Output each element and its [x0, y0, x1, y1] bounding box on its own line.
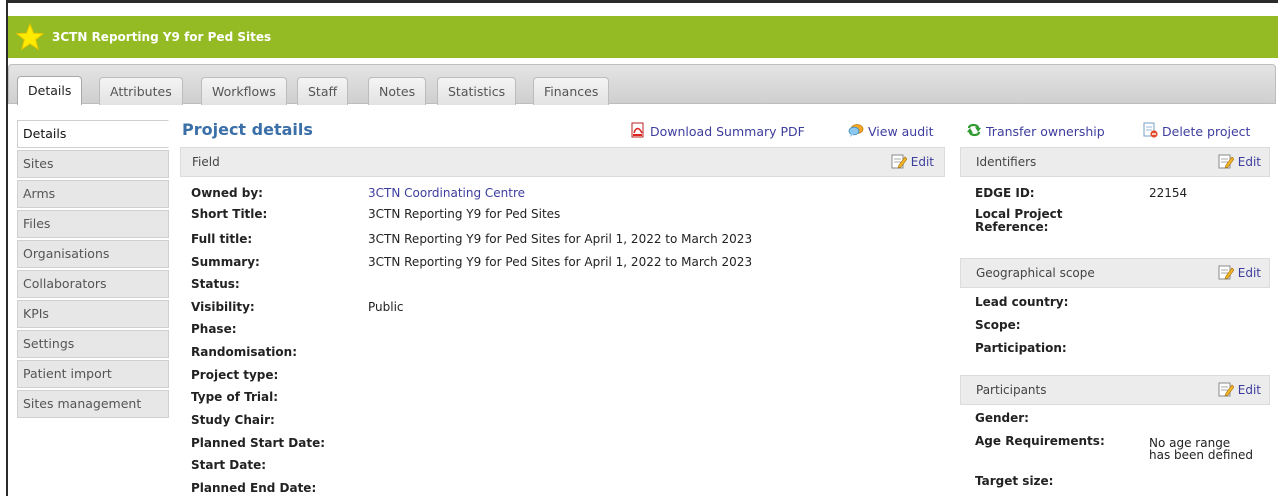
- download-summary-pdf-link[interactable]: Download Summary PDF: [630, 122, 805, 141]
- edit-icon: [891, 153, 908, 172]
- edit-label: Edit: [1237, 383, 1261, 397]
- summary-value: 3CTN Reporting Y9 for Ped Sites for Apri…: [368, 255, 753, 269]
- full-title-value: 3CTN Reporting Y9 for Ped Sites for Apri…: [368, 232, 753, 246]
- sidebar-item-patient-import[interactable]: Patient import: [17, 360, 169, 388]
- edit-label: Edit: [1237, 266, 1261, 280]
- identifiers-header: Identifiers Edit: [960, 147, 1270, 177]
- transfer-ownership-label: Transfer ownership: [986, 124, 1105, 139]
- status-label: Status:: [191, 277, 240, 291]
- geographical-scope-title: Geographical scope: [976, 266, 1095, 280]
- delete-project-label: Delete project: [1162, 124, 1251, 139]
- edit-participants-button[interactable]: Edit: [1218, 381, 1261, 400]
- project-title: 3CTN Reporting Y9 for Ped Sites: [52, 30, 272, 44]
- tab-attributes[interactable]: Attributes: [99, 77, 183, 105]
- age-requirements-label: Age Requirements:: [975, 434, 1105, 448]
- age-requirements-value-line2: has been defined: [1149, 448, 1253, 462]
- local-project-reference-label-line2: Reference:: [975, 220, 1049, 234]
- transfer-ownership-link[interactable]: Transfer ownership: [966, 122, 1105, 141]
- project-banner: 3CTN Reporting Y9 for Ped Sites: [8, 16, 1278, 58]
- gender-label: Gender:: [975, 411, 1029, 425]
- identifiers-title: Identifiers: [976, 155, 1037, 169]
- randomisation-label: Randomisation:: [191, 345, 298, 359]
- project-type-label: Project type:: [191, 368, 279, 382]
- short-title-label: Short Title:: [191, 207, 268, 221]
- full-title-label: Full title:: [191, 232, 253, 246]
- edit-project-details-button[interactable]: Edit: [891, 153, 934, 172]
- star-icon[interactable]: [15, 22, 45, 51]
- sidebar-item-settings[interactable]: Settings: [17, 330, 169, 358]
- summary-label: Summary:: [191, 255, 260, 269]
- lead-country-label: Lead country:: [975, 295, 1069, 309]
- tab-workflows[interactable]: Workflows: [201, 77, 287, 105]
- study-chair-label: Study Chair:: [191, 413, 275, 427]
- tab-notes[interactable]: Notes: [368, 77, 427, 105]
- scope-label: Scope:: [975, 318, 1021, 332]
- download-summary-pdf-label: Download Summary PDF: [650, 124, 805, 139]
- visibility-label: Visibility:: [191, 300, 255, 314]
- edit-label: Edit: [910, 155, 934, 169]
- view-audit-link[interactable]: View audit: [848, 122, 934, 141]
- sidebar-item-sites[interactable]: Sites: [17, 150, 169, 178]
- sidebar-item-collaborators[interactable]: Collaborators: [17, 270, 169, 298]
- sidebar-item-details[interactable]: Details: [17, 120, 169, 148]
- geographical-scope-header: Geographical scope Edit: [960, 258, 1270, 288]
- field-header-label: Field: [192, 155, 220, 169]
- tab-staff[interactable]: Staff: [297, 77, 349, 105]
- edit-geographical-scope-button[interactable]: Edit: [1218, 264, 1261, 283]
- participants-header: Participants Edit: [960, 375, 1270, 405]
- edit-icon: [1218, 381, 1235, 400]
- delete-project-link[interactable]: Delete project: [1142, 122, 1250, 141]
- planned-start-date-label: Planned Start Date:: [191, 436, 326, 450]
- owned-by-link[interactable]: 3CTN Coordinating Centre: [368, 186, 525, 200]
- planned-end-date-label: Planned End Date:: [191, 481, 317, 495]
- edit-icon: [1218, 264, 1235, 283]
- participants-title: Participants: [976, 383, 1047, 397]
- sidebar-nav: Details Sites Arms Files Organisations C…: [17, 120, 169, 420]
- sidebar-item-kpis[interactable]: KPIs: [17, 300, 169, 328]
- short-title-value: 3CTN Reporting Y9 for Ped Sites: [368, 207, 561, 221]
- edit-identifiers-button[interactable]: Edit: [1218, 153, 1261, 172]
- sidebar-item-arms[interactable]: Arms: [17, 180, 169, 208]
- delete-document-icon: [1142, 122, 1158, 141]
- sidebar-item-files[interactable]: Files: [17, 210, 169, 238]
- participation-label: Participation:: [975, 341, 1067, 355]
- page-title: Project details: [182, 120, 313, 139]
- start-date-label: Start Date:: [191, 458, 267, 472]
- transfer-arrow-icon: [966, 122, 982, 141]
- owned-by-label: Owned by:: [191, 186, 263, 200]
- target-size-label: Target size:: [975, 474, 1054, 488]
- edit-icon: [1218, 153, 1235, 172]
- edit-label: Edit: [1237, 155, 1261, 169]
- sidebar-item-sites-management[interactable]: Sites management: [17, 390, 169, 418]
- speech-bubble-icon: [848, 122, 864, 141]
- pdf-icon: [630, 122, 646, 141]
- sidebar-item-organisations[interactable]: Organisations: [17, 240, 169, 268]
- view-audit-label: View audit: [868, 124, 934, 139]
- tab-statistics[interactable]: Statistics: [437, 77, 517, 105]
- edge-id-label: EDGE ID:: [975, 186, 1035, 200]
- field-section-header: Field Edit: [180, 147, 945, 177]
- tab-details[interactable]: Details: [17, 76, 83, 105]
- phase-label: Phase:: [191, 322, 237, 336]
- tab-bar: Details Attributes Workflows Staff Notes…: [8, 64, 1276, 105]
- edge-id-value: 22154: [1149, 186, 1188, 200]
- tab-finances[interactable]: Finances: [533, 77, 610, 105]
- visibility-value: Public: [368, 300, 404, 314]
- type-of-trial-label: Type of Trial:: [191, 390, 279, 404]
